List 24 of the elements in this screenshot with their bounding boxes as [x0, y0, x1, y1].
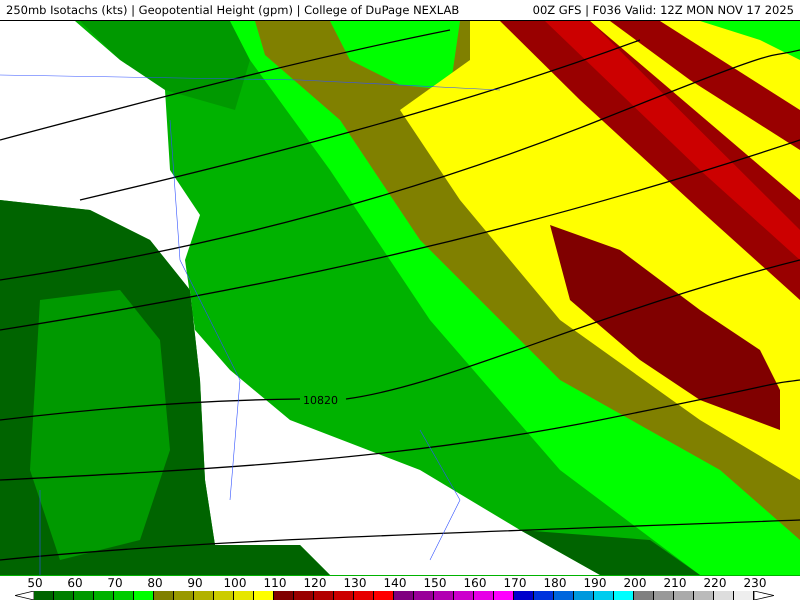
scale-label: 140 — [384, 577, 406, 590]
scale-label: 150 — [424, 577, 446, 590]
scale-label: 70 — [107, 577, 123, 590]
scale-label: 200 — [624, 577, 646, 590]
map-title: 250mb Isotachs (kts) | Geopotential Height (gpm) | College of DuPage NEXLAB — [6, 3, 460, 17]
colorbar-end-arrow — [754, 591, 774, 600]
colorbar-end-arrow — [15, 591, 34, 600]
scale-label: 60 — [67, 577, 83, 590]
scale-label: 220 — [704, 577, 726, 590]
scale-label: 230 — [744, 577, 766, 590]
scale-label: 130 — [344, 577, 366, 590]
scale-label: 170 — [504, 577, 526, 590]
scale-label: 160 — [464, 577, 486, 590]
scale-label: 180 — [544, 577, 566, 590]
model-run-label: 00Z GFS | F036 Valid: 12Z MON NOV 17 2025 — [532, 3, 794, 17]
contour-label: 10820 — [303, 394, 338, 407]
scale-label: 80 — [147, 577, 163, 590]
scale-label: 110 — [264, 577, 286, 590]
scale-label: 100 — [224, 577, 246, 590]
scale-label: 120 — [304, 577, 326, 590]
scale-label: 190 — [584, 577, 606, 590]
scale-label: 50 — [27, 577, 43, 590]
scale-label: 90 — [187, 577, 203, 590]
scale-label: 210 — [664, 577, 686, 590]
